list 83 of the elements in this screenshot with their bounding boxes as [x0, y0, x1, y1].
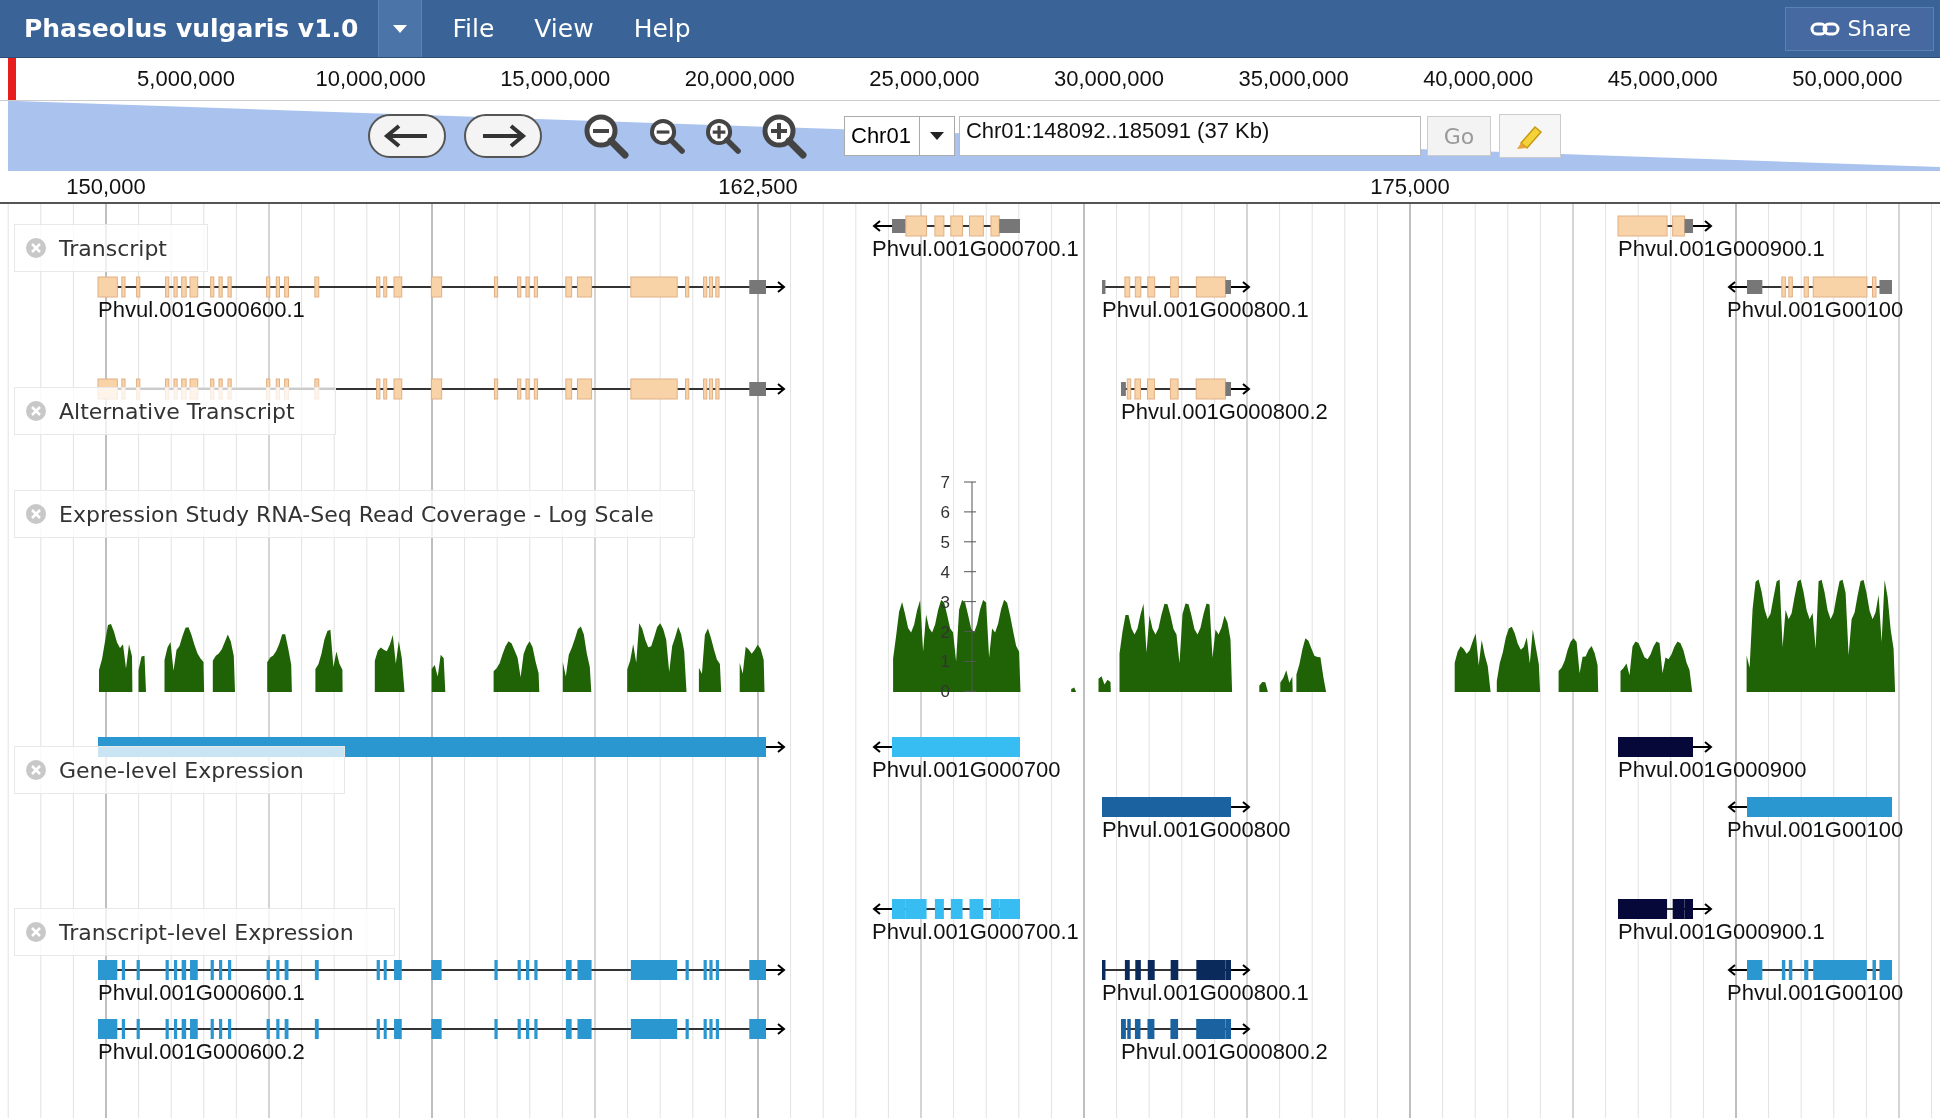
axis-tick-label: 3	[940, 592, 950, 612]
transcript-drawing[interactable]	[1102, 275, 1251, 299]
zoom-in-button[interactable]	[704, 117, 742, 155]
feature-label[interactable]: Phvul.001G000700.1	[872, 920, 1079, 944]
ruler-label: 150,000	[65, 174, 147, 200]
transcript-drawing[interactable]	[1727, 275, 1892, 299]
track-label[interactable]: Alternative Transcript	[14, 387, 336, 435]
zoom-out-icon	[582, 112, 630, 160]
feature-label[interactable]: Phvul.001G00100	[1727, 298, 1904, 322]
track-name: Expression Study RNA-Seq Read Coverage - Log Scale	[59, 501, 654, 527]
zoom-out-icon	[648, 117, 686, 155]
overview-ruler[interactable]: 5,000,000 10,000,000 15,000,000 20,000,000 25,000,000 30,000,000 35,000,000 40,000,000 45,000,000 50,000,000	[0, 58, 1940, 101]
ruler-label: 175,000	[1369, 174, 1451, 200]
zoom-in-icon	[704, 117, 742, 155]
track-name: Transcript-level Expression	[59, 919, 354, 945]
menu-item[interactable]: Help	[619, 14, 717, 43]
axis-tick-label: 7	[940, 473, 950, 492]
feature-label[interactable]: Phvul.001G000600.1	[98, 298, 305, 322]
pan-left-button[interactable]	[368, 114, 446, 158]
feature-label[interactable]: Phvul.001G000800.1	[1102, 981, 1309, 1005]
transcript-drawing[interactable]	[1121, 1017, 1251, 1041]
gene-bar[interactable]	[1618, 736, 1713, 758]
track-name: Gene-level Expression	[59, 757, 304, 783]
transcript-drawing[interactable]	[1121, 377, 1251, 401]
share-button[interactable]: Share	[1784, 6, 1934, 51]
link-icon	[1809, 21, 1840, 36]
zoom-in-button[interactable]	[760, 112, 808, 160]
feature-label[interactable]: Phvul.001G00100	[1727, 981, 1904, 1005]
track-name: Alternative Transcript	[59, 398, 295, 424]
feature-label[interactable]: Phvul.001G000600.2	[98, 1040, 305, 1064]
track-label[interactable]: Transcript-level Expression	[14, 908, 395, 956]
axis-tick-label: 5	[940, 532, 950, 552]
zoom-out-button[interactable]	[648, 117, 686, 155]
transcript-drawing[interactable]	[1102, 958, 1251, 982]
ruler-label: 40,000,000	[1423, 66, 1534, 92]
menu-item[interactable]: View	[520, 14, 620, 43]
zoom-out-button[interactable]	[582, 112, 630, 160]
transcript-drawing[interactable]	[98, 958, 786, 982]
gene-bar[interactable]	[1102, 796, 1251, 818]
track-name: Transcript	[59, 235, 167, 261]
dataset-dropdown-button[interactable]	[378, 0, 423, 57]
chromosome-select[interactable]: Chr01	[844, 116, 955, 156]
transcript-drawing[interactable]	[1618, 897, 1713, 921]
axis-tick-label: 6	[940, 502, 950, 522]
feature-label[interactable]: Phvul.001G00100	[1727, 818, 1904, 842]
feature-label[interactable]: Phvul.001G000800.2	[1121, 400, 1328, 424]
transcript-drawing[interactable]	[98, 1017, 786, 1041]
track-label[interactable]: Gene-level Expression	[14, 746, 345, 794]
ruler-label: 45,000,000	[1607, 66, 1718, 92]
feature-label[interactable]: Phvul.001G000700.1	[872, 237, 1079, 261]
transcript-drawing[interactable]	[872, 214, 1020, 238]
feature-label[interactable]: Phvul.001G000900	[1618, 758, 1807, 782]
caret-icon	[393, 24, 408, 33]
app-title: Phaseolus vulgaris v1.0	[23, 14, 360, 43]
transcript-drawing[interactable]	[1618, 214, 1713, 238]
ruler-label: 30,000,000	[1053, 66, 1165, 92]
position-marker[interactable]	[8, 58, 16, 100]
ruler-label: 10,000,000	[315, 66, 426, 92]
feature-label[interactable]: Phvul.001G000900.1	[1618, 237, 1825, 261]
ruler-label: 162,500	[717, 174, 799, 200]
feature-label[interactable]: Phvul.001G000800.1	[1102, 298, 1309, 322]
feature-label[interactable]: Phvul.001G000700	[872, 758, 1061, 782]
zoom-in-icon	[760, 112, 808, 160]
feature-label[interactable]: Phvul.001G000800.2	[1121, 1040, 1328, 1064]
transcript-drawing[interactable]	[1727, 958, 1892, 982]
menu-item[interactable]: File	[422, 14, 521, 43]
pan-right-button[interactable]	[464, 114, 542, 158]
feature-label[interactable]: Phvul.001G000800	[1102, 818, 1291, 842]
feature-label[interactable]: Phvul.001G000600.1	[98, 981, 305, 1005]
transcript-drawing[interactable]	[98, 275, 786, 299]
caret-icon	[929, 132, 944, 140]
location-field[interactable]: Chr01:148092..185091 (37 Kb)	[958, 116, 1421, 156]
feature-label[interactable]: Phvul.001G000900.1	[1618, 920, 1825, 944]
axis-tick-label: 4	[940, 562, 950, 582]
ruler-label: 35,000,000	[1238, 66, 1349, 92]
ruler-label: 5,000,000	[137, 66, 235, 92]
ruler-label: 25,000,000	[869, 66, 980, 92]
transcript-drawing[interactable]	[872, 897, 1020, 921]
track-label[interactable]: Expression Study RNA-Seq Read Coverage - Log Scale	[14, 490, 695, 538]
ruler-label: 50,000,000	[1792, 66, 1903, 92]
ruler-label: 15,000,000	[500, 66, 611, 92]
track-label[interactable]: Transcript	[14, 224, 208, 272]
ruler-label: 20,000,000	[684, 66, 795, 92]
